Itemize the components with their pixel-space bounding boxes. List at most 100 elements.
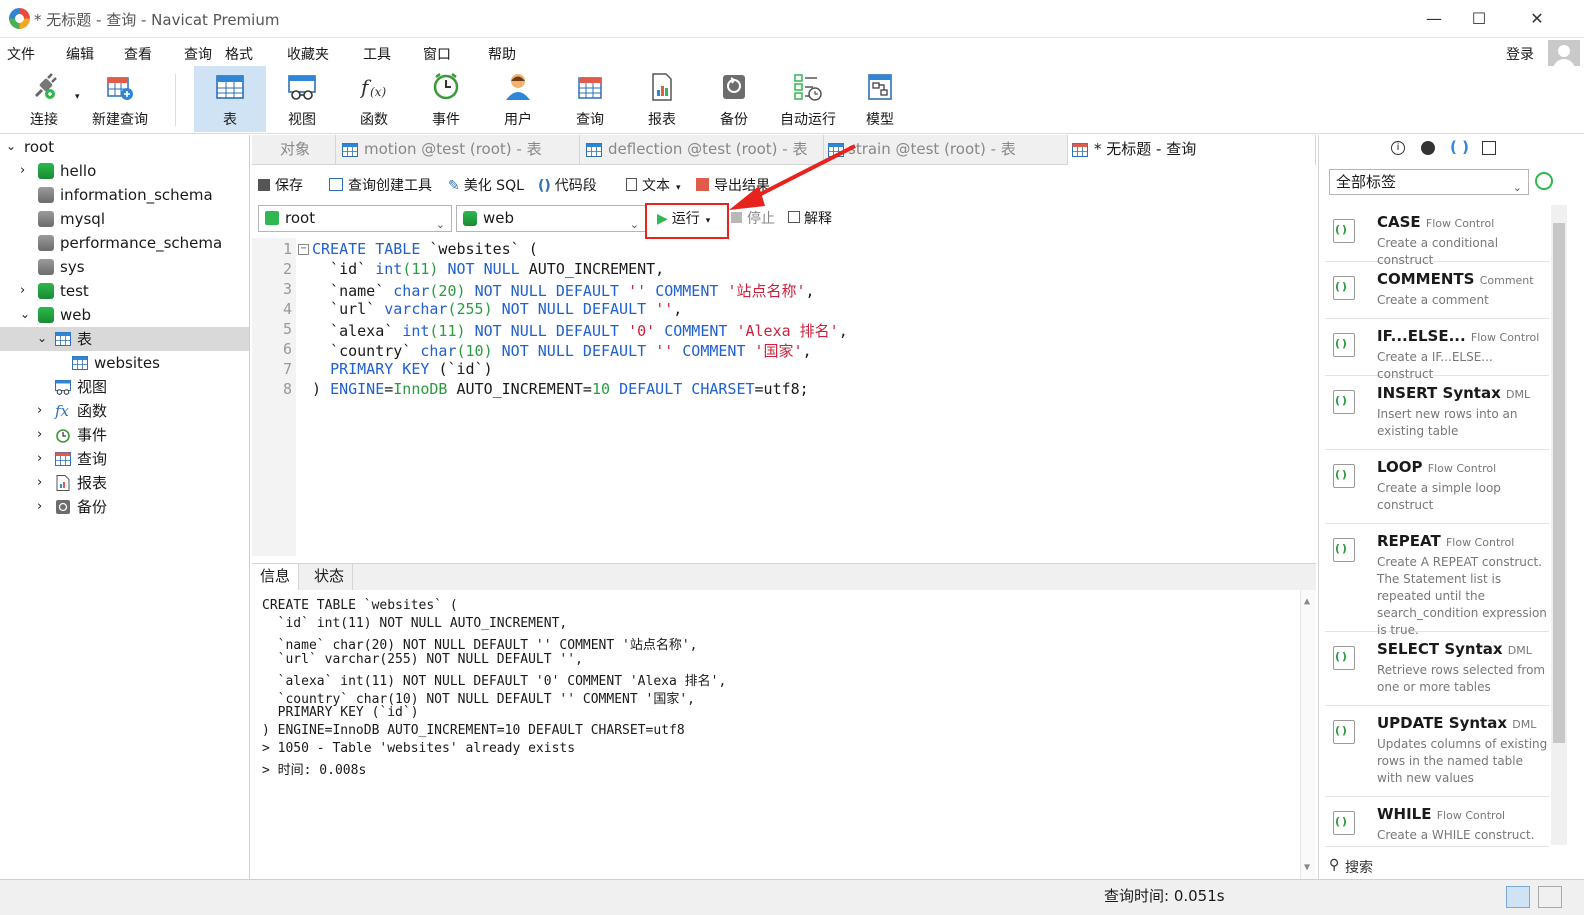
grid-icon[interactable] [1482,141,1496,155]
tree-item-functions[interactable]: › fx 函数 [0,399,249,423]
save-button[interactable]: 保存 [258,175,303,195]
minimize-button[interactable]: — [1419,6,1449,32]
snippet-item[interactable]: REPEAT Flow Control Create A REPEAT const… [1325,524,1549,637]
layout-right-icon[interactable] [1538,886,1562,908]
query-builder-button[interactable]: 查询创建工具 [329,175,432,195]
tree-item-reports[interactable]: › 报表 [0,471,249,495]
tab-info[interactable]: 信息 [252,564,300,591]
automation-button[interactable]: 自动运行 [772,66,844,132]
tab-untitled-query[interactable]: * 无标题 - 查询 [1068,135,1316,165]
menu-file[interactable]: 文件 [7,44,35,64]
tree-item-queries[interactable]: › 查询 [0,447,249,471]
tree-item-websites[interactable]: websites [0,351,249,375]
chevron-right-icon[interactable]: › [37,423,47,442]
snippet-icon [1333,219,1355,243]
menu-edit[interactable]: 编辑 [66,44,94,64]
chevron-right-icon[interactable]: › [20,159,30,178]
snippet-button[interactable]: () 代码段 [538,175,597,195]
function-label: 函数 [360,112,388,128]
new-query-button[interactable]: 新建查询 [84,66,156,132]
tree-item-sys[interactable]: sys [0,255,249,279]
snippet-title-text: SELECT Syntax [1377,640,1503,658]
connection-select[interactable]: root ⌄ [258,205,452,232]
tree-item-mysql[interactable]: mysql [0,207,249,231]
view-button[interactable]: 视图 [266,66,338,132]
maximize-button[interactable]: ☐ [1464,6,1494,32]
code-line: `name` char(20) NOT NULL DEFAULT '' COMM… [312,280,814,301]
tree-item-information-schema[interactable]: information_schema [0,183,249,207]
menu-help[interactable]: 帮助 [488,44,516,64]
snippet-item[interactable]: CASE Flow ControlCreate a conditional co… [1325,205,1549,267]
svg-text:(x): (x) [370,85,386,99]
snippet-title: CASE Flow Control [1377,213,1494,231]
info-icon[interactable]: i [1391,141,1405,155]
tab-objects[interactable]: 对象 [252,135,336,165]
menu-view[interactable]: 查看 [124,44,152,64]
tree-item-performance-schema[interactable]: performance_schema [0,231,249,255]
sql-editor[interactable]: 1 2 3 4 5 6 7 8 − CREATE TABLE `websites… [252,238,1316,556]
tree-item-events[interactable]: › 事件 [0,423,249,447]
scroll-thumb[interactable] [1553,223,1565,743]
snippet-item[interactable]: SELECT Syntax DML Retrieve rows selected … [1325,632,1549,706]
tree-item-backups[interactable]: › 备份 [0,495,249,519]
event-button[interactable]: 事件 [410,66,482,132]
tree-item-tables[interactable]: ⌄ 表 [0,327,249,351]
snippet-filter-select[interactable]: 全部标签 ⌄ [1329,169,1529,195]
chevron-down-icon[interactable]: ⌄ [20,308,30,320]
menu-favorites[interactable]: 收藏夹 [287,44,329,64]
snippet-tab-icon[interactable]: ( ) [1450,138,1469,156]
tree-item-views[interactable]: 视图 [0,375,249,399]
snippet-item[interactable]: INSERT Syntax DML Insert new rows into an… [1325,376,1549,450]
fold-collapse-icon[interactable]: − [298,244,309,255]
snippet-item[interactable]: WHILE Flow Control Create a WHILE constru… [1325,797,1549,847]
beautify-sql-button[interactable]: ✎ 美化 SQL [448,175,524,195]
tab-motion[interactable]: motion @test (root) - 表 [336,135,580,165]
scroll-up-icon[interactable]: ▲ [1304,596,1310,607]
eye-icon[interactable] [1421,141,1435,155]
code-token: , [802,342,812,360]
tree-root[interactable]: ⌄ root [0,135,249,159]
snippet-search-input[interactable]: 搜索 [1345,857,1373,877]
chevron-right-icon[interactable]: › [37,447,47,466]
code-line: `alexa` int(11) NOT NULL DEFAULT '0' COM… [312,320,848,341]
menu-format[interactable]: 格式 [225,44,253,64]
user-button[interactable]: 用户 [482,66,554,132]
tree-item-web[interactable]: ⌄ web [0,303,249,327]
close-button[interactable]: ✕ [1522,6,1552,32]
chevron-right-icon[interactable]: › [37,471,47,490]
menu-tools[interactable]: 工具 [363,44,391,64]
chevron-down-icon[interactable]: ⌄ [6,140,16,152]
database-open-icon [38,283,54,299]
chevron-right-icon[interactable]: › [20,279,30,298]
chevron-right-icon[interactable]: › [37,399,47,418]
model-button[interactable]: 模型 [844,66,916,132]
tree-item-test[interactable]: › test [0,279,249,303]
tab-status[interactable]: 状态 [306,564,354,591]
function-button[interactable]: f (x) 函数 [338,66,410,132]
connect-dropdown-icon[interactable]: ▾ [75,92,80,102]
chevron-right-icon[interactable]: › [37,495,47,514]
menu-window[interactable]: 窗口 [423,44,451,64]
result-tabs: 信息 状态 [252,563,1316,591]
menu-query[interactable]: 查询 [184,44,212,64]
scroll-down-icon[interactable]: ▼ [1304,862,1310,873]
snippet-item[interactable]: IF...ELSE... Flow ControlCreate a IF...E… [1325,319,1549,381]
report-button[interactable]: 报表 [626,66,698,132]
snippet-item[interactable]: UPDATE Syntax DML Updates columns of exis… [1325,706,1549,797]
layout-left-icon[interactable] [1506,886,1530,908]
login-button[interactable]: 登录 [1506,44,1534,64]
info-scrollbar[interactable]: ▲ ▼ [1300,590,1316,879]
text-button[interactable]: 文本 ▾ [626,175,681,195]
database-select[interactable]: web ⌄ [456,205,646,232]
connect-button[interactable]: 连接 [8,66,80,132]
backup-button[interactable]: 备份 [698,66,770,132]
add-snippet-icon[interactable] [1535,172,1553,190]
snippet-scrollbar[interactable] [1551,205,1567,845]
tree-item-hello[interactable]: › hello [0,159,249,183]
query-button[interactable]: 查询 [554,66,626,132]
table-button[interactable]: 表 [194,66,266,132]
snippet-item[interactable]: LOOP Flow Control Create a simple loop co… [1325,450,1549,524]
chevron-down-icon[interactable]: ⌄ [37,332,47,344]
beautify-label: 美化 SQL [463,178,524,194]
snippet-item[interactable]: COMMENTS Comment Create a comment [1325,262,1549,319]
